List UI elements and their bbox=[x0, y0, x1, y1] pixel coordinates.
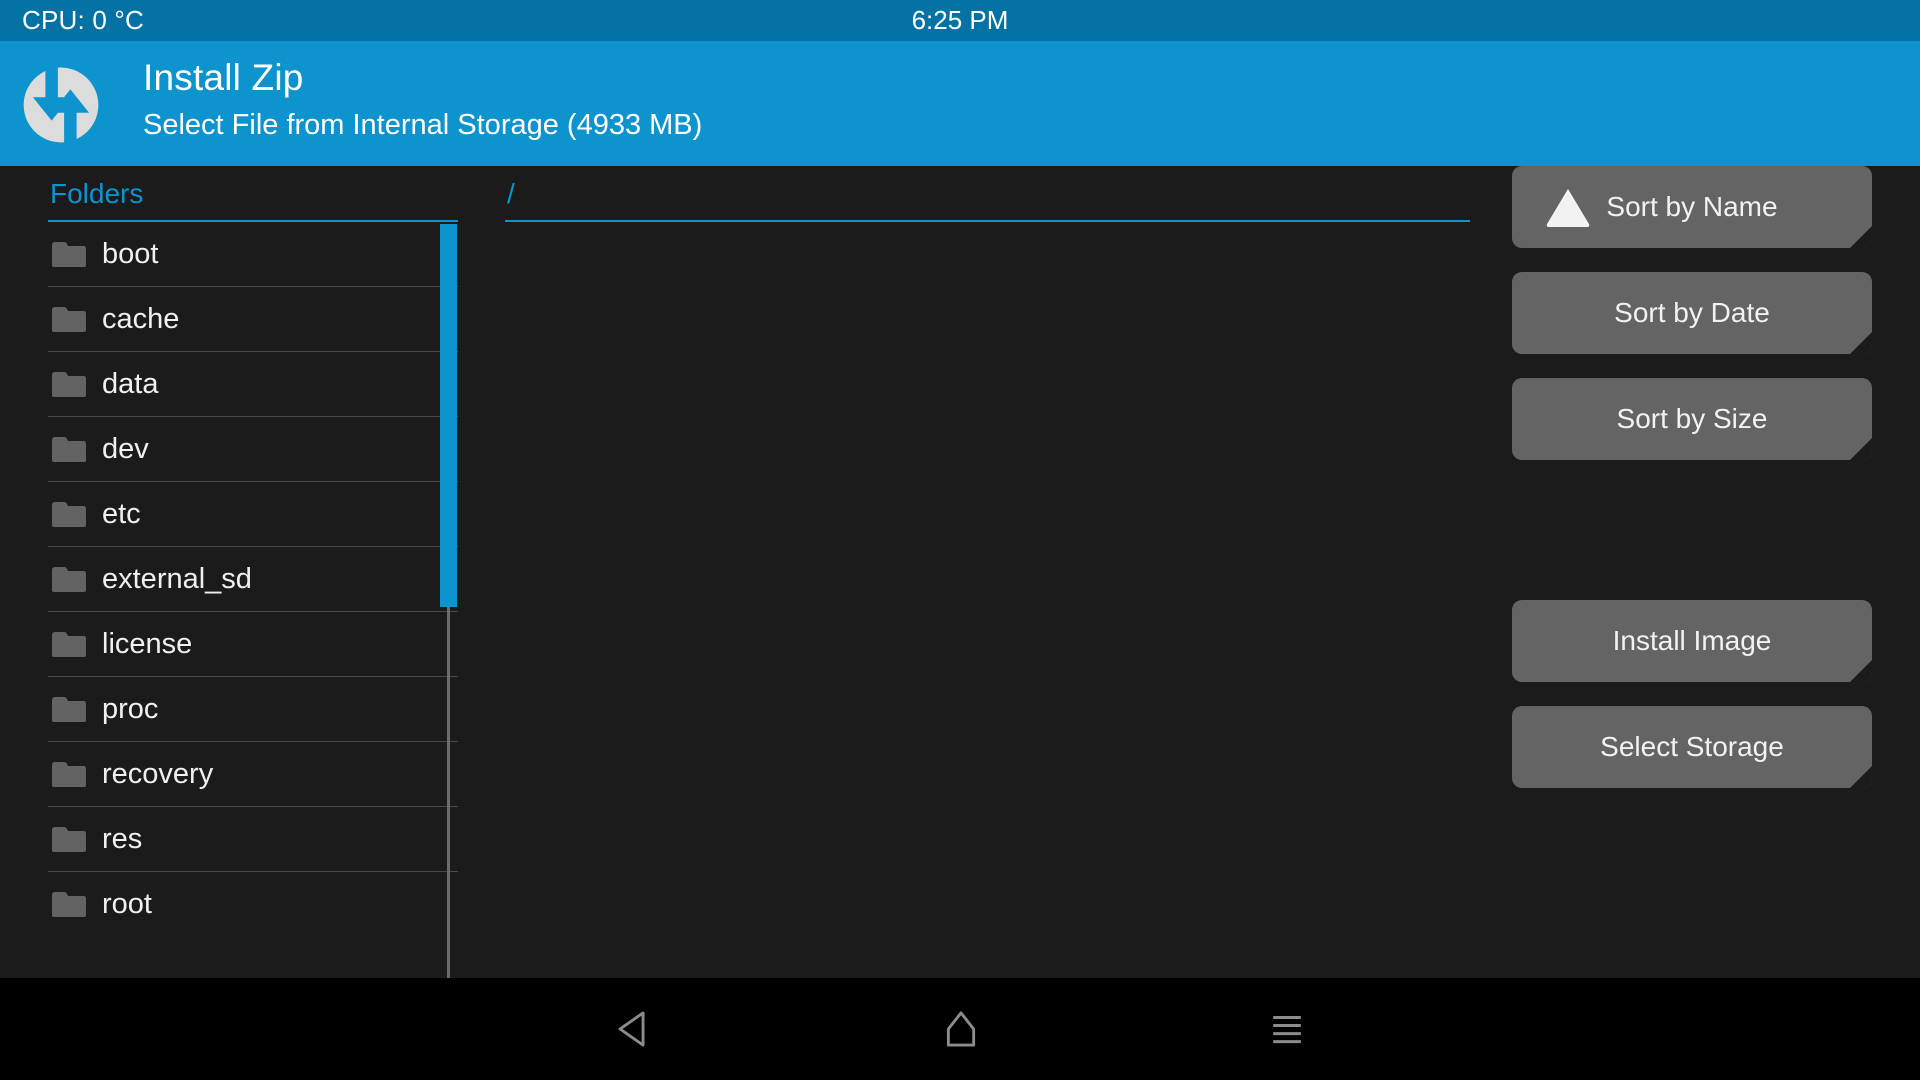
folder-icon bbox=[50, 825, 88, 854]
folder-list-item[interactable]: dev bbox=[48, 417, 458, 482]
twrp-logo-icon bbox=[22, 66, 100, 144]
clock-label: 6:25 PM bbox=[911, 5, 1009, 35]
folder-name-label: res bbox=[102, 822, 143, 855]
folder-list-scrollbar-thumb[interactable] bbox=[440, 224, 457, 607]
twrp-recovery-screen: CPU: 0 °C 6:25 PM Install Zip Select Fil… bbox=[0, 0, 1920, 1080]
folder-icon bbox=[50, 890, 88, 919]
sort-by-date-button[interactable]: Sort by Date bbox=[1512, 272, 1872, 354]
folder-list-item[interactable]: license bbox=[48, 612, 458, 677]
folder-icon bbox=[50, 565, 88, 594]
back-triangle-icon[interactable] bbox=[600, 998, 670, 1060]
folder-name-label: boot bbox=[102, 237, 159, 270]
folder-list-item[interactable]: root bbox=[48, 872, 458, 937]
folder-name-label: root bbox=[102, 888, 152, 920]
folder-name-label: proc bbox=[102, 692, 159, 725]
page-subtitle: Select File from Internal Storage (4933 … bbox=[143, 109, 703, 141]
path-pane: / bbox=[505, 166, 1470, 222]
home-pentagon-icon[interactable] bbox=[926, 998, 996, 1060]
select-storage-button[interactable]: Select Storage bbox=[1512, 706, 1872, 788]
folder-list-item[interactable]: proc bbox=[48, 677, 458, 742]
sort-ascending-triangle-icon bbox=[1544, 186, 1592, 228]
folder-list-item[interactable]: data bbox=[48, 352, 458, 417]
select-storage-label: Select Storage bbox=[1600, 731, 1784, 762]
folders-pane: Folders boot cache data dev etc external_sdli… bbox=[48, 166, 458, 937]
folder-list-item[interactable]: external_sd bbox=[48, 547, 458, 612]
folder-icon bbox=[50, 370, 88, 399]
rail-spacer bbox=[1512, 682, 1872, 706]
folder-icon bbox=[50, 695, 88, 724]
folder-name-label: data bbox=[102, 367, 159, 400]
folder-icon bbox=[50, 500, 88, 529]
sort-by-size-button[interactable]: Sort by Size bbox=[1512, 378, 1872, 460]
folder-icon bbox=[50, 630, 88, 659]
page-title: Install Zip bbox=[143, 57, 304, 98]
folder-name-label: dev bbox=[102, 432, 149, 465]
app-header: Install Zip Select File from Internal St… bbox=[0, 41, 1920, 166]
action-rail: Sort by Name Sort by Date Sort by Size I… bbox=[1512, 166, 1872, 788]
folders-heading: Folders bbox=[50, 178, 144, 209]
folder-name-label: external_sd bbox=[102, 562, 252, 595]
folder-list-item[interactable]: recovery bbox=[48, 742, 458, 807]
folder-list[interactable]: boot cache data dev etc external_sdlicense pro… bbox=[48, 222, 458, 937]
sort-by-name-label: Sort by Name bbox=[1606, 191, 1778, 222]
main-content: Folders boot cache data dev etc external_sdli… bbox=[0, 166, 1920, 1080]
folder-list-item[interactable]: cache bbox=[48, 287, 458, 352]
folder-name-label: license bbox=[102, 627, 193, 660]
folder-list-item[interactable]: res bbox=[48, 807, 458, 872]
android-navigation-bar bbox=[0, 978, 1920, 1080]
path-divider bbox=[505, 220, 1470, 222]
install-image-button[interactable]: Install Image bbox=[1512, 600, 1872, 682]
folder-list-item[interactable]: boot bbox=[48, 222, 458, 287]
folder-icon bbox=[50, 760, 88, 789]
folder-icon bbox=[50, 240, 88, 269]
folder-name-label: cache bbox=[102, 302, 180, 335]
rail-spacer bbox=[1512, 354, 1872, 378]
folder-name-label: recovery bbox=[102, 757, 214, 790]
folder-list-item[interactable]: etc bbox=[48, 482, 458, 547]
sort-by-name-button[interactable]: Sort by Name bbox=[1512, 166, 1872, 248]
folder-name-label: etc bbox=[102, 497, 141, 530]
folder-icon bbox=[50, 305, 88, 334]
install-image-label: Install Image bbox=[1612, 625, 1772, 656]
sort-by-date-label: Sort by Date bbox=[1614, 297, 1770, 328]
rail-spacer bbox=[1512, 248, 1872, 272]
sort-by-size-label: Sort by Size bbox=[1616, 403, 1768, 434]
menu-lines-icon[interactable] bbox=[1252, 998, 1322, 1060]
folder-icon bbox=[50, 435, 88, 464]
rail-spacer-large bbox=[1512, 460, 1872, 600]
current-path-label: / bbox=[507, 178, 515, 209]
status-bar: CPU: 0 °C 6:25 PM bbox=[0, 0, 1920, 41]
